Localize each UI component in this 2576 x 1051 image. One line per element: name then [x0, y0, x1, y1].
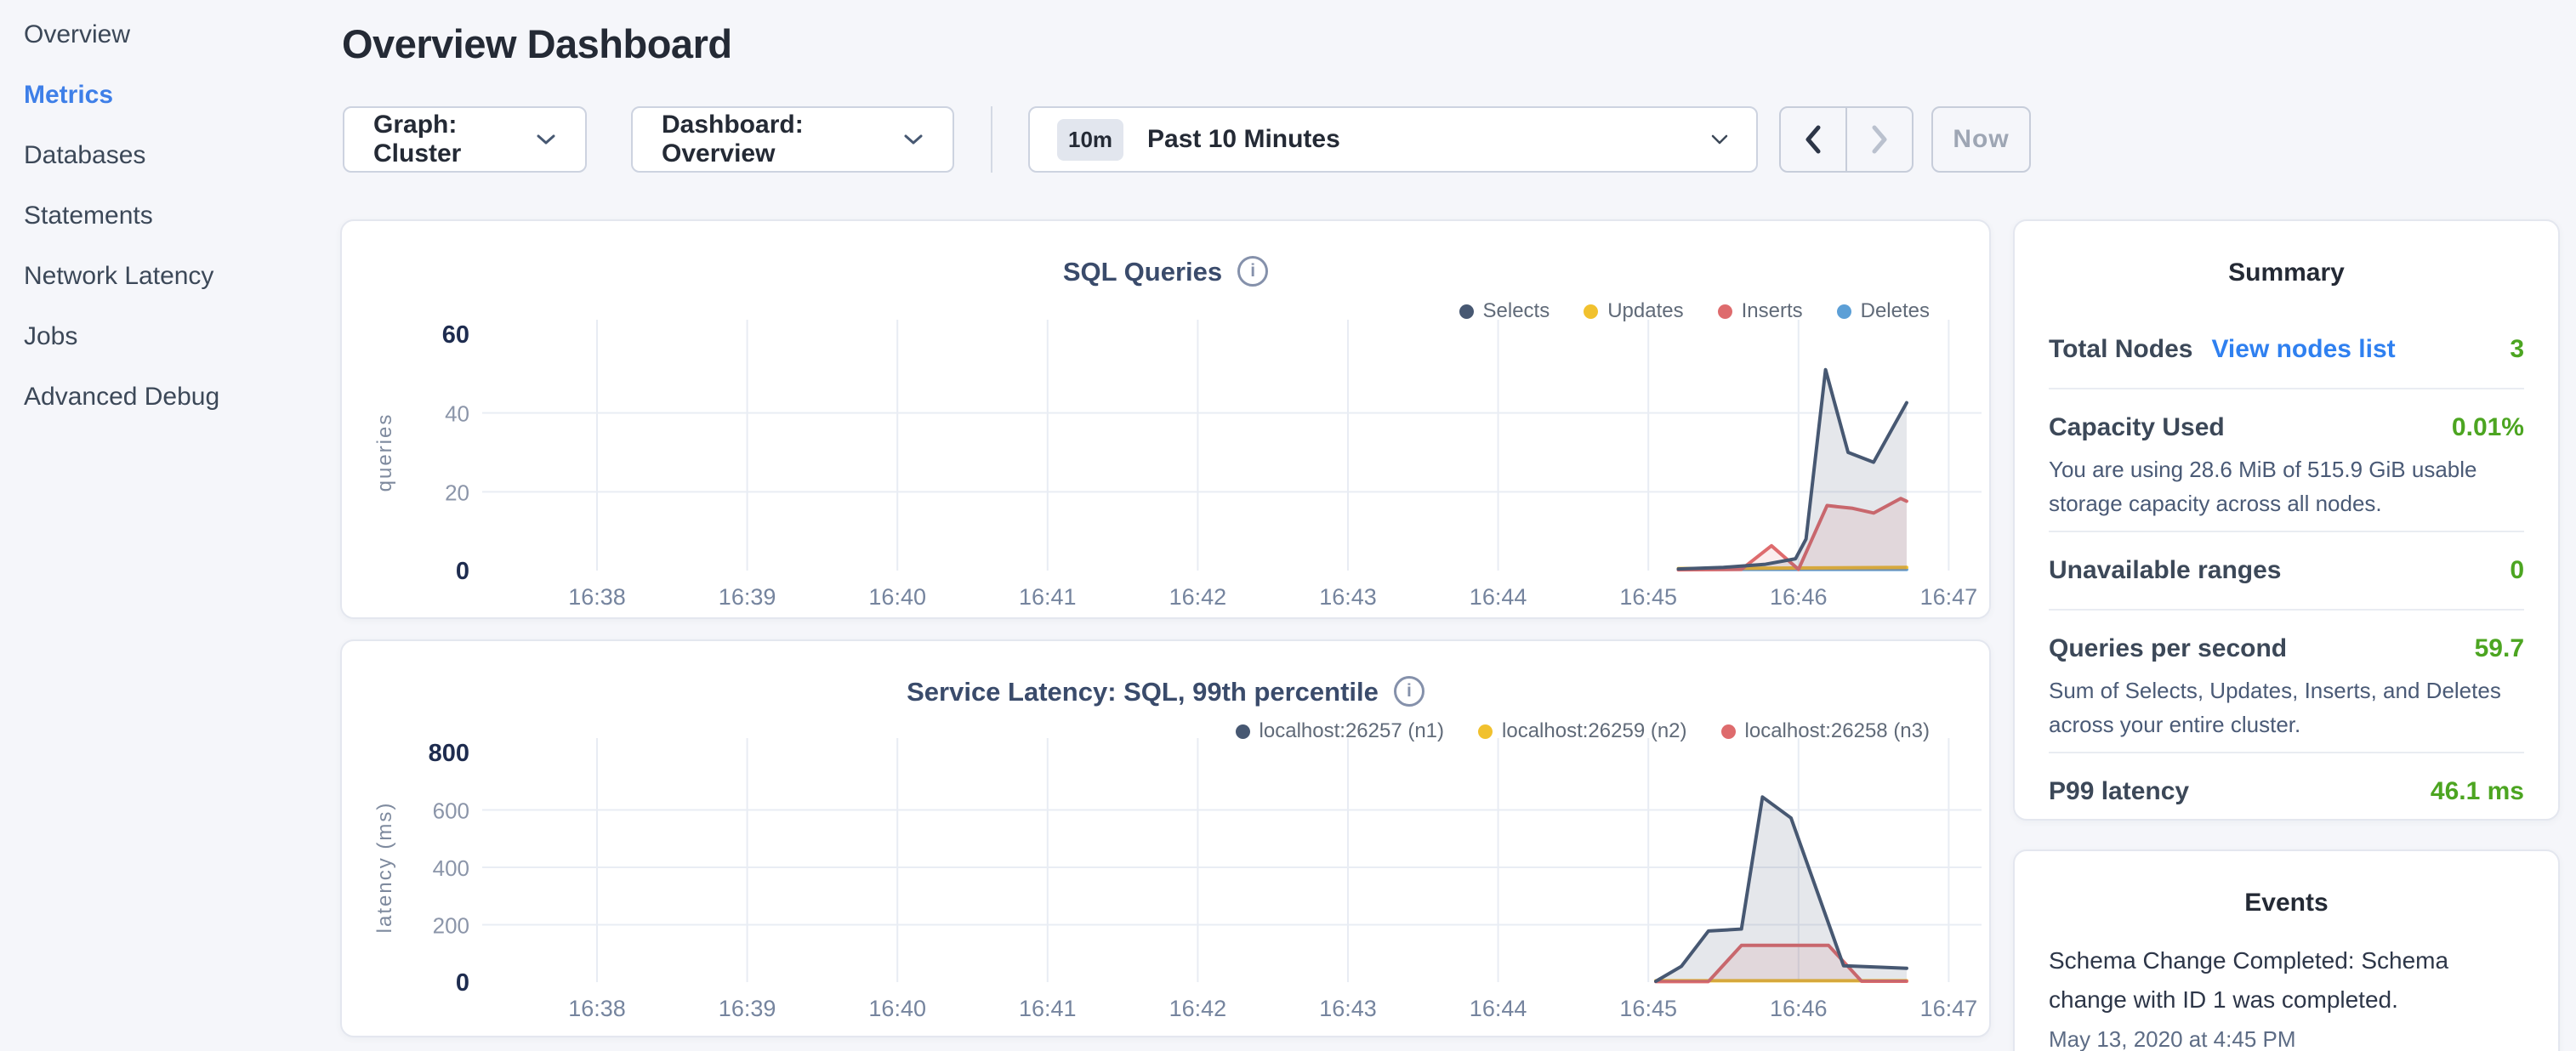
y-tick-label: 0 [456, 969, 469, 997]
dashboard-dropdown[interactable]: Dashboard: Overview [631, 106, 954, 173]
x-tick-label: 16:38 [568, 584, 626, 610]
time-range-selector[interactable]: 10m Past 10 Minutes [1028, 106, 1758, 173]
page-title: Overview Dashboard [342, 20, 732, 67]
y-tick-label: 0 [456, 558, 469, 585]
chevron-right-icon [1870, 125, 1889, 154]
sidebar-item-overview[interactable]: Overview [24, 4, 219, 65]
summary-title: Summary [2049, 258, 2524, 287]
summary-value: 59.7 [2475, 631, 2524, 667]
summary-label: Queries per second [2049, 631, 2287, 667]
summary-label: Capacity Used [2049, 410, 2225, 446]
sidebar-item-statements[interactable]: Statements [24, 185, 219, 246]
sidebar-item-advanced-debug[interactable]: Advanced Debug [24, 366, 219, 427]
summary-row-p99-latency: P99 latency 46.1 ms [2049, 753, 2524, 830]
summary-label: Unavailable ranges [2049, 553, 2281, 588]
y-tick-label: 600 [433, 798, 469, 824]
x-tick-label: 16:42 [1169, 584, 1227, 610]
x-tick-label: 16:42 [1169, 996, 1227, 1021]
time-step-forward-button[interactable] [1847, 108, 1912, 171]
time-step-buttons [1779, 106, 1914, 173]
x-tick-label: 16:39 [719, 584, 776, 610]
summary-panel: Summary Total Nodes View nodes list 3 Ca… [2013, 219, 2560, 821]
summary-description: You are using 28.6 MiB of 515.9 GiB usab… [2049, 452, 2524, 520]
summary-label: P99 latency [2049, 774, 2189, 810]
controls-divider [991, 106, 992, 173]
summary-value: 46.1 ms [2431, 774, 2524, 810]
time-range-badge: 10m [1057, 119, 1123, 161]
chevron-left-icon [1804, 125, 1823, 154]
x-tick-label: 16:47 [1920, 996, 1978, 1021]
y-tick-label: 60 [442, 321, 469, 349]
view-nodes-list-link[interactable]: View nodes list [2211, 332, 2395, 367]
x-tick-label: 16:46 [1770, 584, 1828, 610]
sidebar-nav: Overview Metrics Databases Statements Ne… [24, 4, 219, 427]
x-tick-label: 16:45 [1619, 996, 1677, 1021]
x-tick-label: 16:46 [1770, 996, 1828, 1021]
x-tick-label: 16:43 [1319, 584, 1377, 610]
summary-value: 3 [2510, 332, 2524, 367]
chevron-down-icon [536, 134, 556, 145]
summary-row-queries-per-second: Queries per second 59.7 Sum of Selects, … [2049, 611, 2524, 753]
y-axis-unit-label: latency (ms) [373, 802, 396, 934]
chevron-down-icon [903, 134, 924, 145]
summary-row-unavailable-ranges: Unavailable ranges 0 [2049, 532, 2524, 611]
series-area [1656, 797, 1907, 982]
event-timestamp: May 13, 2020 at 4:45 PM [2049, 1026, 2524, 1051]
service-latency-chart-card: Service Latency: SQL, 99th percentilei l… [340, 639, 1991, 1037]
sidebar-item-jobs[interactable]: Jobs [24, 306, 219, 366]
x-tick-label: 16:44 [1470, 584, 1527, 610]
now-button[interactable]: Now [1931, 106, 2031, 173]
summary-row-total-nodes: Total Nodes View nodes list 3 [2049, 311, 2524, 389]
x-tick-label: 16:39 [719, 996, 776, 1021]
y-tick-label: 200 [433, 913, 469, 939]
graph-scope-dropdown[interactable]: Graph: Cluster [343, 106, 587, 173]
sidebar-item-metrics[interactable]: Metrics [24, 65, 219, 125]
time-step-back-button[interactable] [1781, 108, 1847, 171]
summary-value: 0.01% [2452, 410, 2524, 446]
y-tick-label: 40 [445, 401, 469, 427]
x-tick-label: 16:45 [1619, 584, 1677, 610]
controls-bar: Graph: Cluster Dashboard: Overview 10m P… [343, 106, 2031, 173]
sql-queries-chart-card: SQL Queriesi SelectsUpdatesInsertsDelete… [340, 219, 1991, 619]
summary-value: 0 [2510, 553, 2524, 588]
y-tick-label: 400 [433, 855, 469, 881]
graph-scope-label: Graph: Cluster [373, 111, 536, 168]
events-panel: Events Schema Change Completed: Schema c… [2013, 849, 2560, 1051]
dashboard-dropdown-label: Dashboard: Overview [662, 111, 903, 168]
chevron-down-icon [1710, 134, 1729, 145]
sidebar-item-databases[interactable]: Databases [24, 125, 219, 185]
y-axis-unit-label: queries [373, 413, 396, 492]
summary-description: Sum of Selects, Updates, Inserts, and De… [2049, 673, 2524, 741]
x-tick-label: 16:41 [1019, 584, 1077, 610]
summary-row-capacity-used: Capacity Used 0.01% You are using 28.6 M… [2049, 389, 2524, 532]
x-tick-label: 16:40 [868, 584, 926, 610]
x-tick-label: 16:38 [568, 996, 626, 1021]
y-tick-label: 800 [429, 740, 469, 767]
service-latency-plot[interactable]: 16:38 16:39 16:40 16:41 16:42 16:43 16:44 16:45… [342, 641, 1989, 1036]
x-tick-label: 16:47 [1920, 584, 1978, 610]
x-tick-label: 16:41 [1019, 996, 1077, 1021]
x-tick-label: 16:40 [868, 996, 926, 1021]
event-list-item[interactable]: Schema Change Completed: Schema change w… [2049, 941, 2524, 1051]
x-tick-label: 16:44 [1470, 996, 1527, 1021]
time-range-label: Past 10 Minutes [1147, 125, 1710, 154]
y-tick-label: 20 [445, 480, 469, 505]
sidebar-item-network-latency[interactable]: Network Latency [24, 246, 219, 306]
sql-queries-plot[interactable]: 16:38 16:39 16:40 16:41 16:42 16:43 16:44 16:45… [342, 221, 1989, 617]
series-area [1679, 370, 1907, 571]
summary-label: Total Nodes [2049, 332, 2192, 367]
x-tick-label: 16:43 [1319, 996, 1377, 1021]
event-text: Schema Change Completed: Schema change w… [2049, 941, 2524, 1020]
events-title: Events [2049, 889, 2524, 917]
